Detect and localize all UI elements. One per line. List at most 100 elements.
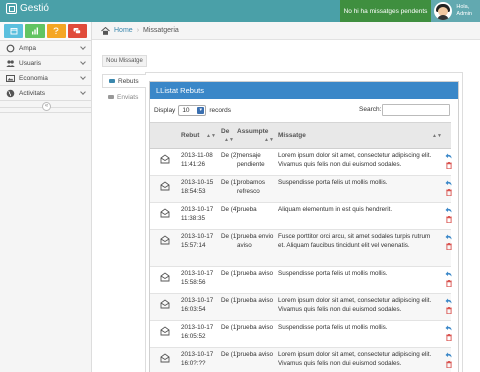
home-icon[interactable] xyxy=(101,26,110,35)
double-chevron-left-icon: « xyxy=(44,103,49,109)
column-header-message[interactable]: Missatge xyxy=(278,132,306,140)
row-actions xyxy=(445,271,453,289)
cell-date: 2013-10-17 15:57:14 xyxy=(181,233,214,249)
chevron-down-icon xyxy=(80,59,86,65)
username: Admin xyxy=(456,11,472,17)
collapse-sidebar-button[interactable]: « xyxy=(42,102,51,111)
cell-date: 2013-11-08 11:41:26 xyxy=(181,152,213,168)
row-actions xyxy=(445,298,453,316)
tab-sent[interactable]: Enviats xyxy=(102,90,146,104)
trash-icon[interactable] xyxy=(446,361,452,368)
envelope-open-icon xyxy=(160,154,170,164)
chat-icon xyxy=(73,28,82,34)
help-shortcut-button[interactable] xyxy=(46,24,66,38)
reply-icon[interactable] xyxy=(445,352,452,358)
envelope-icon xyxy=(108,95,114,99)
cell-message: Lorem ipsum dolor sit amet, consectetur … xyxy=(278,152,432,168)
sidebar-item-usuaris[interactable]: Usuaris xyxy=(0,56,91,71)
calendar-icon xyxy=(10,28,18,35)
messages-shortcut-button[interactable] xyxy=(67,24,87,38)
records-label: records xyxy=(209,106,231,114)
table-row[interactable]: 2013-10-17 15:57:14 De (1) prueba envio av… xyxy=(150,230,453,267)
globe-icon xyxy=(6,89,15,97)
cell-message: Lorem ipsum dolor sit amet, consectetur … xyxy=(278,297,432,313)
trash-icon[interactable] xyxy=(446,189,452,196)
sidebar-item-label: Economia xyxy=(19,74,48,82)
cell-date: 2013-10-15 18:54:53 xyxy=(181,179,214,195)
sort-icon[interactable]: ▲▼ xyxy=(264,137,274,143)
sidebar: Ampa Usuaris Economia Activitats « xyxy=(0,22,92,372)
envelope-open-icon xyxy=(160,235,170,245)
column-header-from[interactable]: De xyxy=(221,128,229,136)
reply-icon[interactable] xyxy=(445,153,452,159)
table-row[interactable]: 2013-10-17 16:0?:?? De (1) prueba aviso Lor… xyxy=(150,348,452,372)
cell-date: 2013-10-17 15:58:56 xyxy=(181,270,214,286)
sort-icon[interactable]: ▲▼ xyxy=(206,133,216,139)
bar-chart-icon xyxy=(31,27,38,35)
reply-icon[interactable] xyxy=(445,271,452,277)
users-icon xyxy=(6,59,15,67)
sort-icon[interactable]: ▲▼ xyxy=(224,137,234,143)
trash-icon[interactable] xyxy=(446,334,452,341)
sidebar-item-ampa[interactable]: Ampa xyxy=(0,41,91,56)
sort-icon[interactable]: ▲▼ xyxy=(432,133,442,139)
user-menu[interactable]: Hola, Admin xyxy=(431,0,480,22)
table-row[interactable]: 2013-10-17 16:03:54 De (1) prueba aviso Lor… xyxy=(150,294,453,321)
table-row[interactable]: 2013-10-15 18:54:53 De (1) probamos refres… xyxy=(150,176,452,203)
trash-icon[interactable] xyxy=(446,307,452,314)
cell-subject: prueba xyxy=(237,206,257,213)
tab-inbox[interactable]: Rebuts xyxy=(102,74,146,88)
column-header-date[interactable]: Rebut xyxy=(181,132,199,140)
chevron-down-icon xyxy=(80,89,86,95)
table-row[interactable]: 2013-11-08 11:41:26 De (2) mensaje pendien… xyxy=(150,149,453,176)
page-size-select[interactable]: 10 ▾ xyxy=(178,104,207,116)
reply-icon[interactable] xyxy=(445,180,452,186)
inbox-panel: LListat Rebuts Display 10 ▾ records Sear… xyxy=(145,72,463,372)
cell-message: Suspendisse porta felis ut mollis mollis… xyxy=(278,324,388,331)
notification-badge[interactable]: No hi ha missatges pendents xyxy=(339,0,432,22)
reply-icon[interactable] xyxy=(445,234,452,240)
envelope-icon xyxy=(109,79,115,83)
table-row[interactable]: 2013-10-17 16:05:52 De (1) prueba aviso Sus… xyxy=(150,321,453,348)
trash-icon[interactable] xyxy=(446,243,452,250)
table-row[interactable]: 2013-10-17 11:38:35 De (4) prueba Aliquam e… xyxy=(150,203,452,230)
reply-icon[interactable] xyxy=(445,298,452,304)
circle-icon xyxy=(6,44,15,52)
column-header-subject[interactable]: Assumpte xyxy=(237,128,268,136)
trash-icon[interactable] xyxy=(446,280,452,287)
app-name: Gestió xyxy=(20,3,49,14)
chevron-down-icon xyxy=(80,74,86,80)
cell-message: Aliquam elementum in est quis hendrerit. xyxy=(278,206,393,213)
envelope-open-icon xyxy=(160,299,170,309)
brand[interactable]: Gestió xyxy=(6,3,49,14)
trash-icon[interactable] xyxy=(446,162,452,169)
sidebar-item-economia[interactable]: Economia xyxy=(0,71,91,86)
sidebar-item-label: Usuaris xyxy=(19,59,42,67)
chevron-down-icon: ▾ xyxy=(197,106,205,114)
calendar-shortcut-button[interactable] xyxy=(4,24,24,38)
cell-subject: prueba envio aviso xyxy=(237,233,274,249)
new-message-label: Nou Missatge xyxy=(106,58,143,64)
stats-shortcut-button[interactable] xyxy=(25,24,45,38)
row-actions xyxy=(445,153,453,171)
table-header: Rebut ▲▼ De ▲▼ Assumpte ▲▼ Missatge ▲▼ xyxy=(150,122,451,149)
row-actions xyxy=(445,234,453,252)
search-input[interactable] xyxy=(382,104,450,116)
sidebar-item-activitats[interactable]: Activitats xyxy=(0,86,91,101)
breadcrumb-home-link[interactable]: Home xyxy=(114,27,133,34)
cell-subject: prueba aviso xyxy=(237,351,274,358)
row-actions xyxy=(445,325,453,343)
avatar xyxy=(434,2,453,20)
reply-icon[interactable] xyxy=(445,207,452,213)
new-message-button[interactable]: Nou Missatge xyxy=(102,55,147,67)
tab-sent-label: Enviats xyxy=(117,93,139,101)
table-row[interactable]: 2013-10-17 15:58:56 De (1) prueba aviso Sus… xyxy=(150,267,453,294)
sidebar-item-label: Activitats xyxy=(19,89,46,97)
reply-icon[interactable] xyxy=(445,325,452,331)
cell-subject: mensaje pendiente xyxy=(237,152,265,168)
cell-date: 2013-10-17 11:38:35 xyxy=(181,206,214,222)
trash-icon[interactable] xyxy=(446,216,452,223)
panel-title: LListat Rebuts xyxy=(150,82,458,99)
panel-title-text: LListat Rebuts xyxy=(156,86,204,95)
breadcrumb-current: Missatgeria xyxy=(143,27,179,34)
